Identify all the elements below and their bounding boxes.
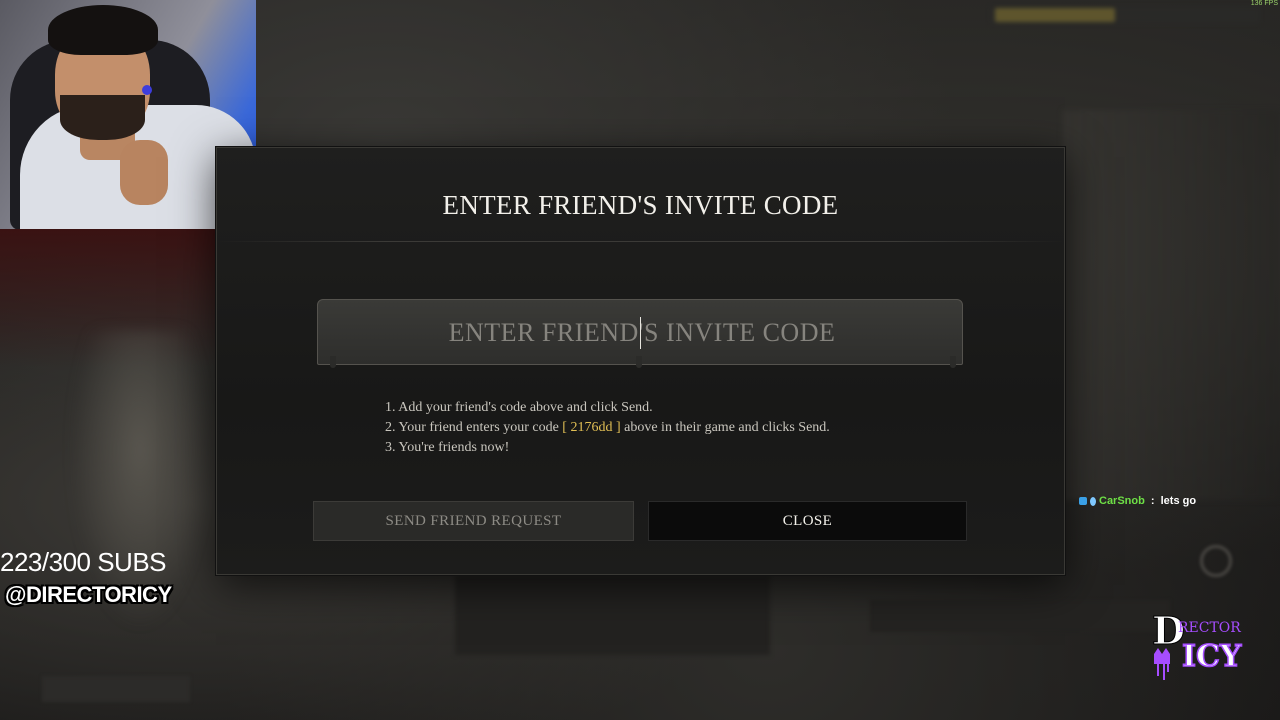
webcam-beard: [60, 95, 145, 140]
background-side-panel: [1063, 110, 1280, 500]
text-caret: [640, 317, 641, 349]
title-divider: [217, 241, 1064, 242]
logo-text-rector: RECTOR: [1178, 620, 1241, 636]
step-2-text-after: above in their game and clicks Send.: [624, 420, 830, 435]
my-invite-code: [ 2176dd ]: [562, 420, 621, 435]
instruction-step-1: 1. Add your friend's code above and clic…: [385, 400, 653, 415]
input-drip: [636, 356, 642, 368]
background-add-friends-button: [870, 600, 1170, 632]
streamer-handle: @DIRECTORICY: [5, 582, 172, 607]
background-gear-icon: [1200, 545, 1232, 577]
webcam-hand: [120, 140, 168, 205]
invite-code-dialog: ENTER FRIEND'S INVITE CODE 1. Add your f…: [216, 147, 1065, 575]
chat-text: lets go: [1160, 495, 1197, 507]
webcam-hair: [48, 5, 158, 55]
send-friend-request-button[interactable]: SEND FRIEND REQUEST: [313, 501, 634, 541]
input-drip: [950, 356, 956, 368]
fps-counter: 136 FPS: [1250, 0, 1278, 7]
instructions-list: 1. Add your friend's code above and clic…: [385, 398, 830, 458]
chat-separator: :: [1147, 495, 1158, 507]
chat-message: CarSnob : lets go: [1079, 495, 1196, 507]
director-icy-logo: D RECTOR ICY: [1152, 608, 1243, 680]
chat-drop-icon: [1090, 496, 1096, 506]
invite-code-input[interactable]: [318, 300, 966, 366]
dialog-title: ENTER FRIEND'S INVITE CODE: [442, 190, 839, 220]
background-progress-bar: [995, 8, 1115, 22]
chat-username: CarSnob: [1099, 495, 1145, 507]
input-drip: [330, 356, 336, 368]
invite-code-field[interactable]: [317, 299, 966, 368]
logo-drip: [1157, 664, 1169, 680]
close-button[interactable]: CLOSE: [648, 501, 967, 541]
background-left-button: [42, 676, 190, 702]
background-lower-panel: [455, 575, 770, 655]
sub-goal-counter: 223/300 SUBS: [0, 547, 167, 577]
logo-text-icy: ICY: [1182, 639, 1242, 674]
instruction-step-2: 2. Your friend enters your code [ 2176dd…: [385, 418, 830, 438]
step-2-text-before: 2. Your friend enters your code: [385, 420, 559, 435]
instruction-step-3: 3. You're friends now!: [385, 440, 510, 455]
webcam-earbud: [142, 85, 152, 95]
chat-badge-icon: [1079, 497, 1087, 505]
